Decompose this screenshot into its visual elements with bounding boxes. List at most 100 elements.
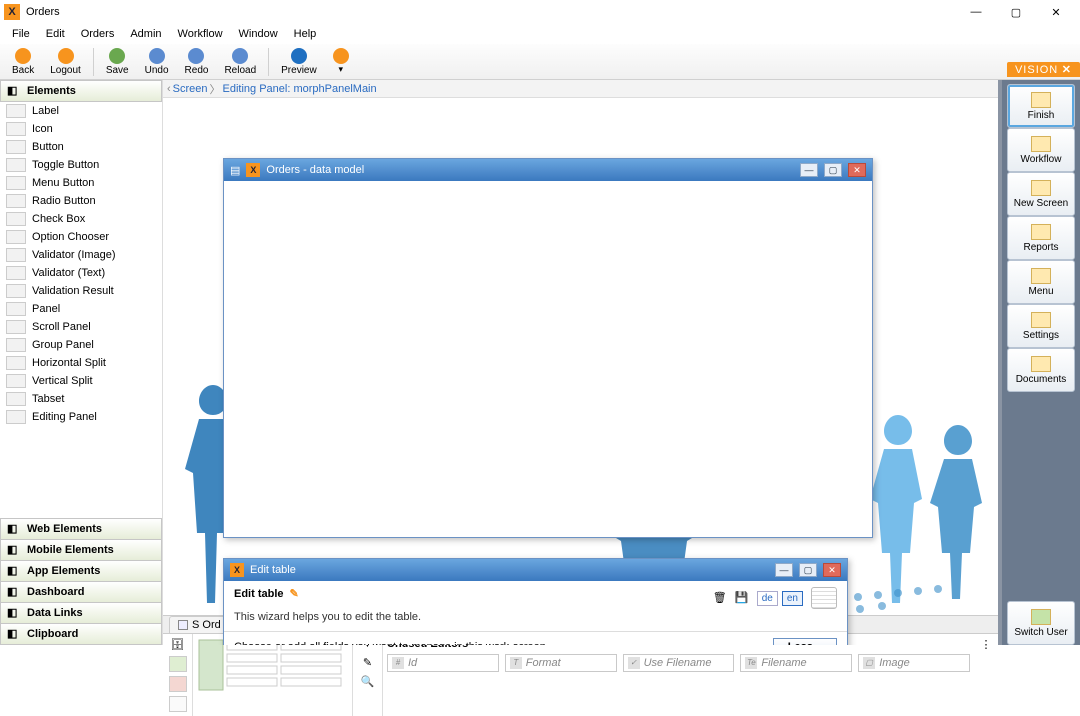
minimize-button[interactable]: —: [956, 0, 996, 24]
breadcrumb-screen[interactable]: Screen: [173, 83, 208, 95]
elements-accordion-header[interactable]: ◧ Elements: [0, 80, 162, 102]
element-label: Radio Button: [32, 195, 96, 207]
menu-file[interactable]: File: [4, 26, 38, 42]
element-editing-panel[interactable]: Editing Panel: [0, 408, 162, 426]
element-check-box[interactable]: Check Box: [0, 210, 162, 228]
element-panel[interactable]: Panel: [0, 300, 162, 318]
unused-editor-format[interactable]: TFormat: [505, 654, 617, 672]
logout-button[interactable]: Logout: [42, 45, 89, 79]
close-button[interactable]: ✕: [1036, 0, 1076, 24]
element-icon: [6, 194, 26, 208]
preview-button[interactable]: Preview: [273, 45, 325, 79]
dm-maximize-button[interactable]: ▢: [824, 163, 842, 177]
unused-editor-use-filename[interactable]: ✓Use Filename: [623, 654, 735, 672]
element-radio-button[interactable]: Radio Button: [0, 192, 162, 210]
edit-table-titlebar[interactable]: X Edit table — ▢ ✕: [224, 559, 847, 581]
vision-tab[interactable]: VISION ✕: [1007, 62, 1080, 77]
save-icon[interactable]: 💾: [735, 591, 749, 605]
elements-header-label: Elements: [27, 85, 76, 97]
newscreen-button[interactable]: New Screen: [1007, 172, 1075, 216]
back-button[interactable]: Back: [4, 45, 42, 79]
orders-data-model-window[interactable]: ▤ X Orders - data model — ▢ ✕: [223, 158, 873, 538]
unused-editor-filename[interactable]: TeFilename: [740, 654, 852, 672]
documents-icon: [1031, 356, 1051, 372]
wizard-button[interactable]: ▾: [325, 45, 357, 79]
element-label: Horizontal Split: [32, 357, 106, 369]
element-icon[interactable]: Icon: [0, 120, 162, 138]
element-label: Editing Panel: [32, 411, 97, 423]
element-horizontal-split[interactable]: Horizontal Split: [0, 354, 162, 372]
element-validation-result[interactable]: Validation Result: [0, 282, 162, 300]
maximize-button[interactable]: ▢: [996, 0, 1036, 24]
element-validator-text-[interactable]: Validator (Text): [0, 264, 162, 282]
unused-icon: #: [392, 657, 404, 669]
accordion-app-elements[interactable]: ◧App Elements: [0, 560, 162, 582]
element-option-chooser[interactable]: Option Chooser: [0, 228, 162, 246]
dm-minimize-button[interactable]: —: [800, 163, 818, 177]
element-label: Validation Result: [32, 285, 114, 297]
breadcrumb: ‹ Screen 〉 Editing Panel: morphPanelMain: [163, 80, 998, 98]
menu-orders[interactable]: Orders: [73, 26, 123, 42]
save-label: Save: [106, 65, 129, 76]
element-vertical-split[interactable]: Vertical Split: [0, 372, 162, 390]
element-group-panel[interactable]: Group Panel: [0, 336, 162, 354]
element-button[interactable]: Button: [0, 138, 162, 156]
dm-close-button[interactable]: ✕: [848, 163, 866, 177]
accordion-mobile-elements[interactable]: ◧Mobile Elements: [0, 539, 162, 561]
et-close-button[interactable]: ✕: [823, 563, 841, 577]
reports-button[interactable]: Reports: [1007, 216, 1075, 260]
element-validator-image-[interactable]: Validator (Image): [0, 246, 162, 264]
palette-edit[interactable]: [169, 696, 187, 712]
accordion-clipboard[interactable]: ◧Clipboard: [0, 623, 162, 645]
switch-user-button[interactable]: Switch User: [1007, 601, 1075, 645]
accordion-dashboard[interactable]: ◧Dashboard: [0, 581, 162, 603]
drag-handle-icon[interactable]: ⋮: [981, 638, 992, 651]
et-minimize-button[interactable]: —: [775, 563, 793, 577]
lang-en[interactable]: en: [782, 591, 803, 606]
menu-edit[interactable]: Edit: [38, 26, 73, 42]
finish-button[interactable]: Finish: [1007, 84, 1075, 128]
bottom-tab-s-ord[interactable]: S Ord: [169, 616, 230, 633]
search-icon[interactable]: 🔍: [361, 675, 375, 688]
element-scroll-panel[interactable]: Scroll Panel: [0, 318, 162, 336]
element-menu-button[interactable]: Menu Button: [0, 174, 162, 192]
workflow-button[interactable]: Workflow: [1007, 128, 1075, 172]
element-label: Scroll Panel: [32, 321, 91, 333]
accordion-data-links[interactable]: ◧Data Links: [0, 602, 162, 624]
menu-workflow[interactable]: Workflow: [170, 26, 231, 42]
trash-icon[interactable]: 🗑: [713, 591, 727, 605]
orders-data-model-titlebar[interactable]: ▤ X Orders - data model — ▢ ✕: [224, 159, 872, 181]
element-icon: [6, 392, 26, 406]
preview-icon: [291, 48, 307, 64]
choose-fields-text: Choose or add all fields you want to man…: [234, 641, 549, 645]
element-label: Option Chooser: [32, 231, 109, 243]
less-button[interactable]: Less...: [773, 638, 837, 645]
edit-table-subtitle: This wizard helps you to edit the table.: [224, 611, 847, 631]
unused-editor-id[interactable]: #Id: [387, 654, 499, 672]
reload-button[interactable]: Reload: [216, 45, 264, 79]
element-toggle-button[interactable]: Toggle Button: [0, 156, 162, 174]
lang-de[interactable]: de: [757, 591, 778, 606]
palette-add[interactable]: [169, 656, 187, 672]
menu-help[interactable]: Help: [286, 26, 325, 42]
breadcrumb-editing-panel[interactable]: Editing Panel: morphPanelMain: [223, 83, 377, 95]
accordion-web-elements[interactable]: ◧Web Elements: [0, 518, 162, 540]
palette-remove[interactable]: [169, 676, 187, 692]
menu-button[interactable]: Menu: [1007, 260, 1075, 304]
palette-lock-icon[interactable]: 🗄: [171, 638, 185, 652]
undo-button[interactable]: Undo: [137, 45, 177, 79]
unused-editor-image[interactable]: ▢Image: [858, 654, 970, 672]
redo-button[interactable]: Redo: [177, 45, 217, 79]
element-label[interactable]: Label: [0, 102, 162, 120]
menu-window[interactable]: Window: [231, 26, 286, 42]
save-button[interactable]: Save: [98, 45, 137, 79]
documents-button[interactable]: Documents: [1007, 348, 1075, 392]
element-icon: [6, 176, 26, 190]
element-tabset[interactable]: Tabset: [0, 390, 162, 408]
table-preview-icon[interactable]: [811, 587, 837, 609]
et-maximize-button[interactable]: ▢: [799, 563, 817, 577]
menu-admin[interactable]: Admin: [122, 26, 169, 42]
brush-icon[interactable]: ✎: [363, 656, 372, 669]
settings-button[interactable]: Settings: [1007, 304, 1075, 348]
design-canvas[interactable]: ▤ X Orders - data model — ▢ ✕ X Edit tab…: [163, 98, 998, 645]
